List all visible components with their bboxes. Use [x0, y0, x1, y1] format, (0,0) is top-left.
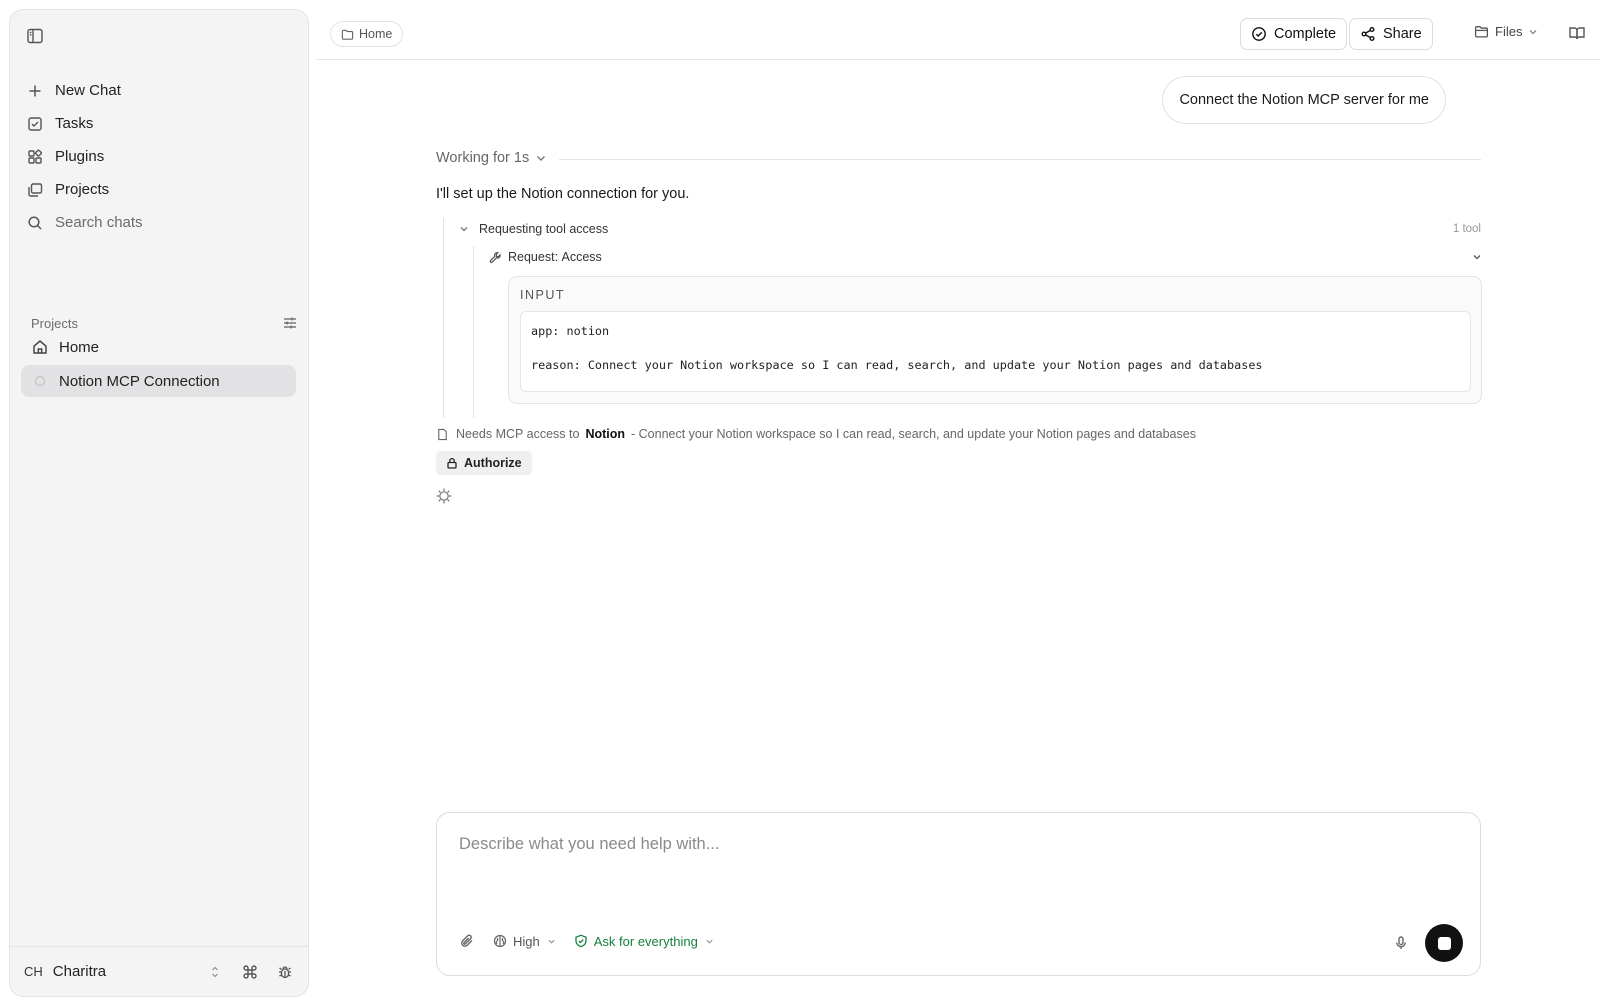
share-button[interactable]: Share	[1349, 18, 1433, 50]
tool-call-header[interactable]: Request: Access	[489, 250, 1482, 264]
home-icon	[31, 338, 49, 356]
working-label: Working for 1s	[436, 150, 530, 166]
tool-group: Requesting tool access 1 tool Request: A…	[443, 218, 1482, 418]
message-input[interactable]	[459, 835, 1449, 875]
breadcrumb-label: Home	[359, 27, 393, 41]
mcp-access-notice: Needs MCP access to Notion - Connect you…	[436, 427, 1196, 441]
sidebar-nav: New Chat Tasks Plugins Projects Search c…	[10, 74, 308, 239]
book-open-icon[interactable]	[1568, 24, 1586, 42]
tool-input-panel: INPUT app: notion reason: Connect your N…	[508, 276, 1482, 404]
sidebar-item-label: Plugins	[55, 148, 105, 165]
sidebar-toggle-icon[interactable]	[25, 26, 45, 46]
check-circle-icon	[1251, 26, 1267, 42]
working-status-toggle[interactable]: Working for 1s	[436, 150, 547, 166]
sidebar-item-tasks[interactable]: Tasks	[10, 107, 308, 140]
project-item-notion-mcp-connection[interactable]: Notion MCP Connection	[21, 365, 296, 397]
brain-icon	[493, 934, 507, 948]
complete-button[interactable]: Complete	[1240, 18, 1348, 50]
file-icon	[436, 428, 449, 441]
effort-label: High	[513, 933, 540, 949]
share-icon	[1360, 26, 1376, 42]
top-header: Home Complete Share Files	[317, 0, 1600, 60]
tasks-icon	[26, 115, 44, 133]
code-block: app: notion reason: Connect your Notion …	[520, 311, 1471, 392]
command-icon[interactable]	[241, 963, 259, 981]
code-line: app: notion	[531, 324, 610, 338]
chevron-down-icon	[1472, 252, 1482, 262]
shield-check-icon	[574, 934, 588, 948]
tool-group-title: Requesting tool access	[479, 222, 609, 236]
breadcrumb[interactable]: Home	[330, 21, 404, 47]
divider	[559, 159, 1481, 160]
filter-settings-icon[interactable]	[281, 314, 299, 332]
project-item-home[interactable]: Home	[21, 331, 296, 363]
notice-suffix: - Connect your Notion workspace so I can…	[631, 427, 1196, 441]
chevron-updown-icon[interactable]	[206, 963, 224, 981]
tool-call-separator: :	[554, 250, 562, 264]
folder-icon	[341, 28, 354, 41]
sidebar-item-label: Projects	[55, 181, 110, 198]
projects-icon	[26, 181, 44, 199]
notice-prefix: Needs MCP access to	[456, 427, 580, 441]
sidebar-item-search-chats[interactable]: Search chats	[10, 206, 308, 239]
bug-icon[interactable]	[276, 963, 294, 981]
user-footer: CH Charitra	[10, 946, 308, 996]
tool-call-prefix: Request	[508, 250, 555, 264]
permission-label: Ask for everything	[593, 933, 698, 949]
sidebar: New Chat Tasks Plugins Projects Search c…	[9, 9, 309, 997]
sidebar-item-label: Tasks	[55, 115, 94, 132]
files-label: Files	[1495, 24, 1523, 39]
sidebar-item-projects[interactable]: Projects	[10, 173, 308, 206]
composer-toolbar: High Ask for everything	[459, 933, 714, 949]
tool-call: Request: Access INPUT app: notion reason…	[473, 246, 1482, 418]
plugins-icon	[26, 148, 44, 166]
tool-call-name: Access	[561, 250, 602, 264]
plus-icon	[26, 82, 44, 100]
input-label: INPUT	[520, 288, 565, 302]
complete-label: Complete	[1274, 26, 1337, 42]
wrench-icon	[489, 251, 502, 264]
loading-dot-icon	[35, 376, 45, 386]
tool-count: 1 tool	[1452, 223, 1481, 235]
chevron-down-icon	[547, 937, 556, 946]
user-message-text: Connect the Notion MCP server for me	[1179, 92, 1429, 108]
sidebar-item-label: New Chat	[55, 82, 121, 99]
folder-icon	[1474, 24, 1489, 39]
stop-button[interactable]	[1425, 924, 1463, 962]
authorize-button[interactable]: Authorize	[436, 451, 532, 475]
microphone-icon[interactable]	[1393, 935, 1409, 951]
code-line: reason: Connect your Notion workspace so…	[531, 358, 1263, 372]
projects-section-header: Projects	[31, 314, 299, 332]
message-composer: High Ask for everything	[436, 812, 1481, 976]
sidebar-item-new-chat[interactable]: New Chat	[10, 74, 308, 107]
sidebar-item-plugins[interactable]: Plugins	[10, 140, 308, 173]
notice-app: Notion	[585, 427, 626, 441]
chevron-down-icon	[535, 152, 547, 164]
project-item-label: Notion MCP Connection	[59, 372, 220, 390]
project-item-label: Home	[59, 338, 100, 356]
tool-group-header[interactable]: Requesting tool access 1 tool	[459, 222, 1481, 236]
chevron-down-icon	[1528, 27, 1538, 37]
chevron-down-icon	[705, 937, 714, 946]
effort-select[interactable]: High	[493, 934, 556, 949]
share-label: Share	[1383, 26, 1422, 42]
projects-heading: Projects	[31, 315, 78, 331]
user-name[interactable]: Charitra	[53, 963, 189, 980]
files-dropdown[interactable]: Files	[1474, 24, 1538, 39]
stop-icon	[1437, 936, 1451, 950]
search-icon	[26, 214, 44, 232]
authorize-label: Authorize	[464, 456, 522, 470]
permission-select[interactable]: Ask for everything	[574, 934, 714, 949]
lock-icon	[446, 457, 458, 469]
search-chats-label: Search chats	[55, 214, 143, 231]
paperclip-icon[interactable]	[459, 933, 475, 949]
assistant-reply: I'll set up the Notion connection for yo…	[436, 186, 690, 202]
loading-spinner-icon	[435, 487, 453, 505]
chevron-down-icon	[459, 224, 469, 234]
user-message-bubble: Connect the Notion MCP server for me	[1162, 76, 1446, 124]
avatar[interactable]: CH	[24, 964, 43, 979]
